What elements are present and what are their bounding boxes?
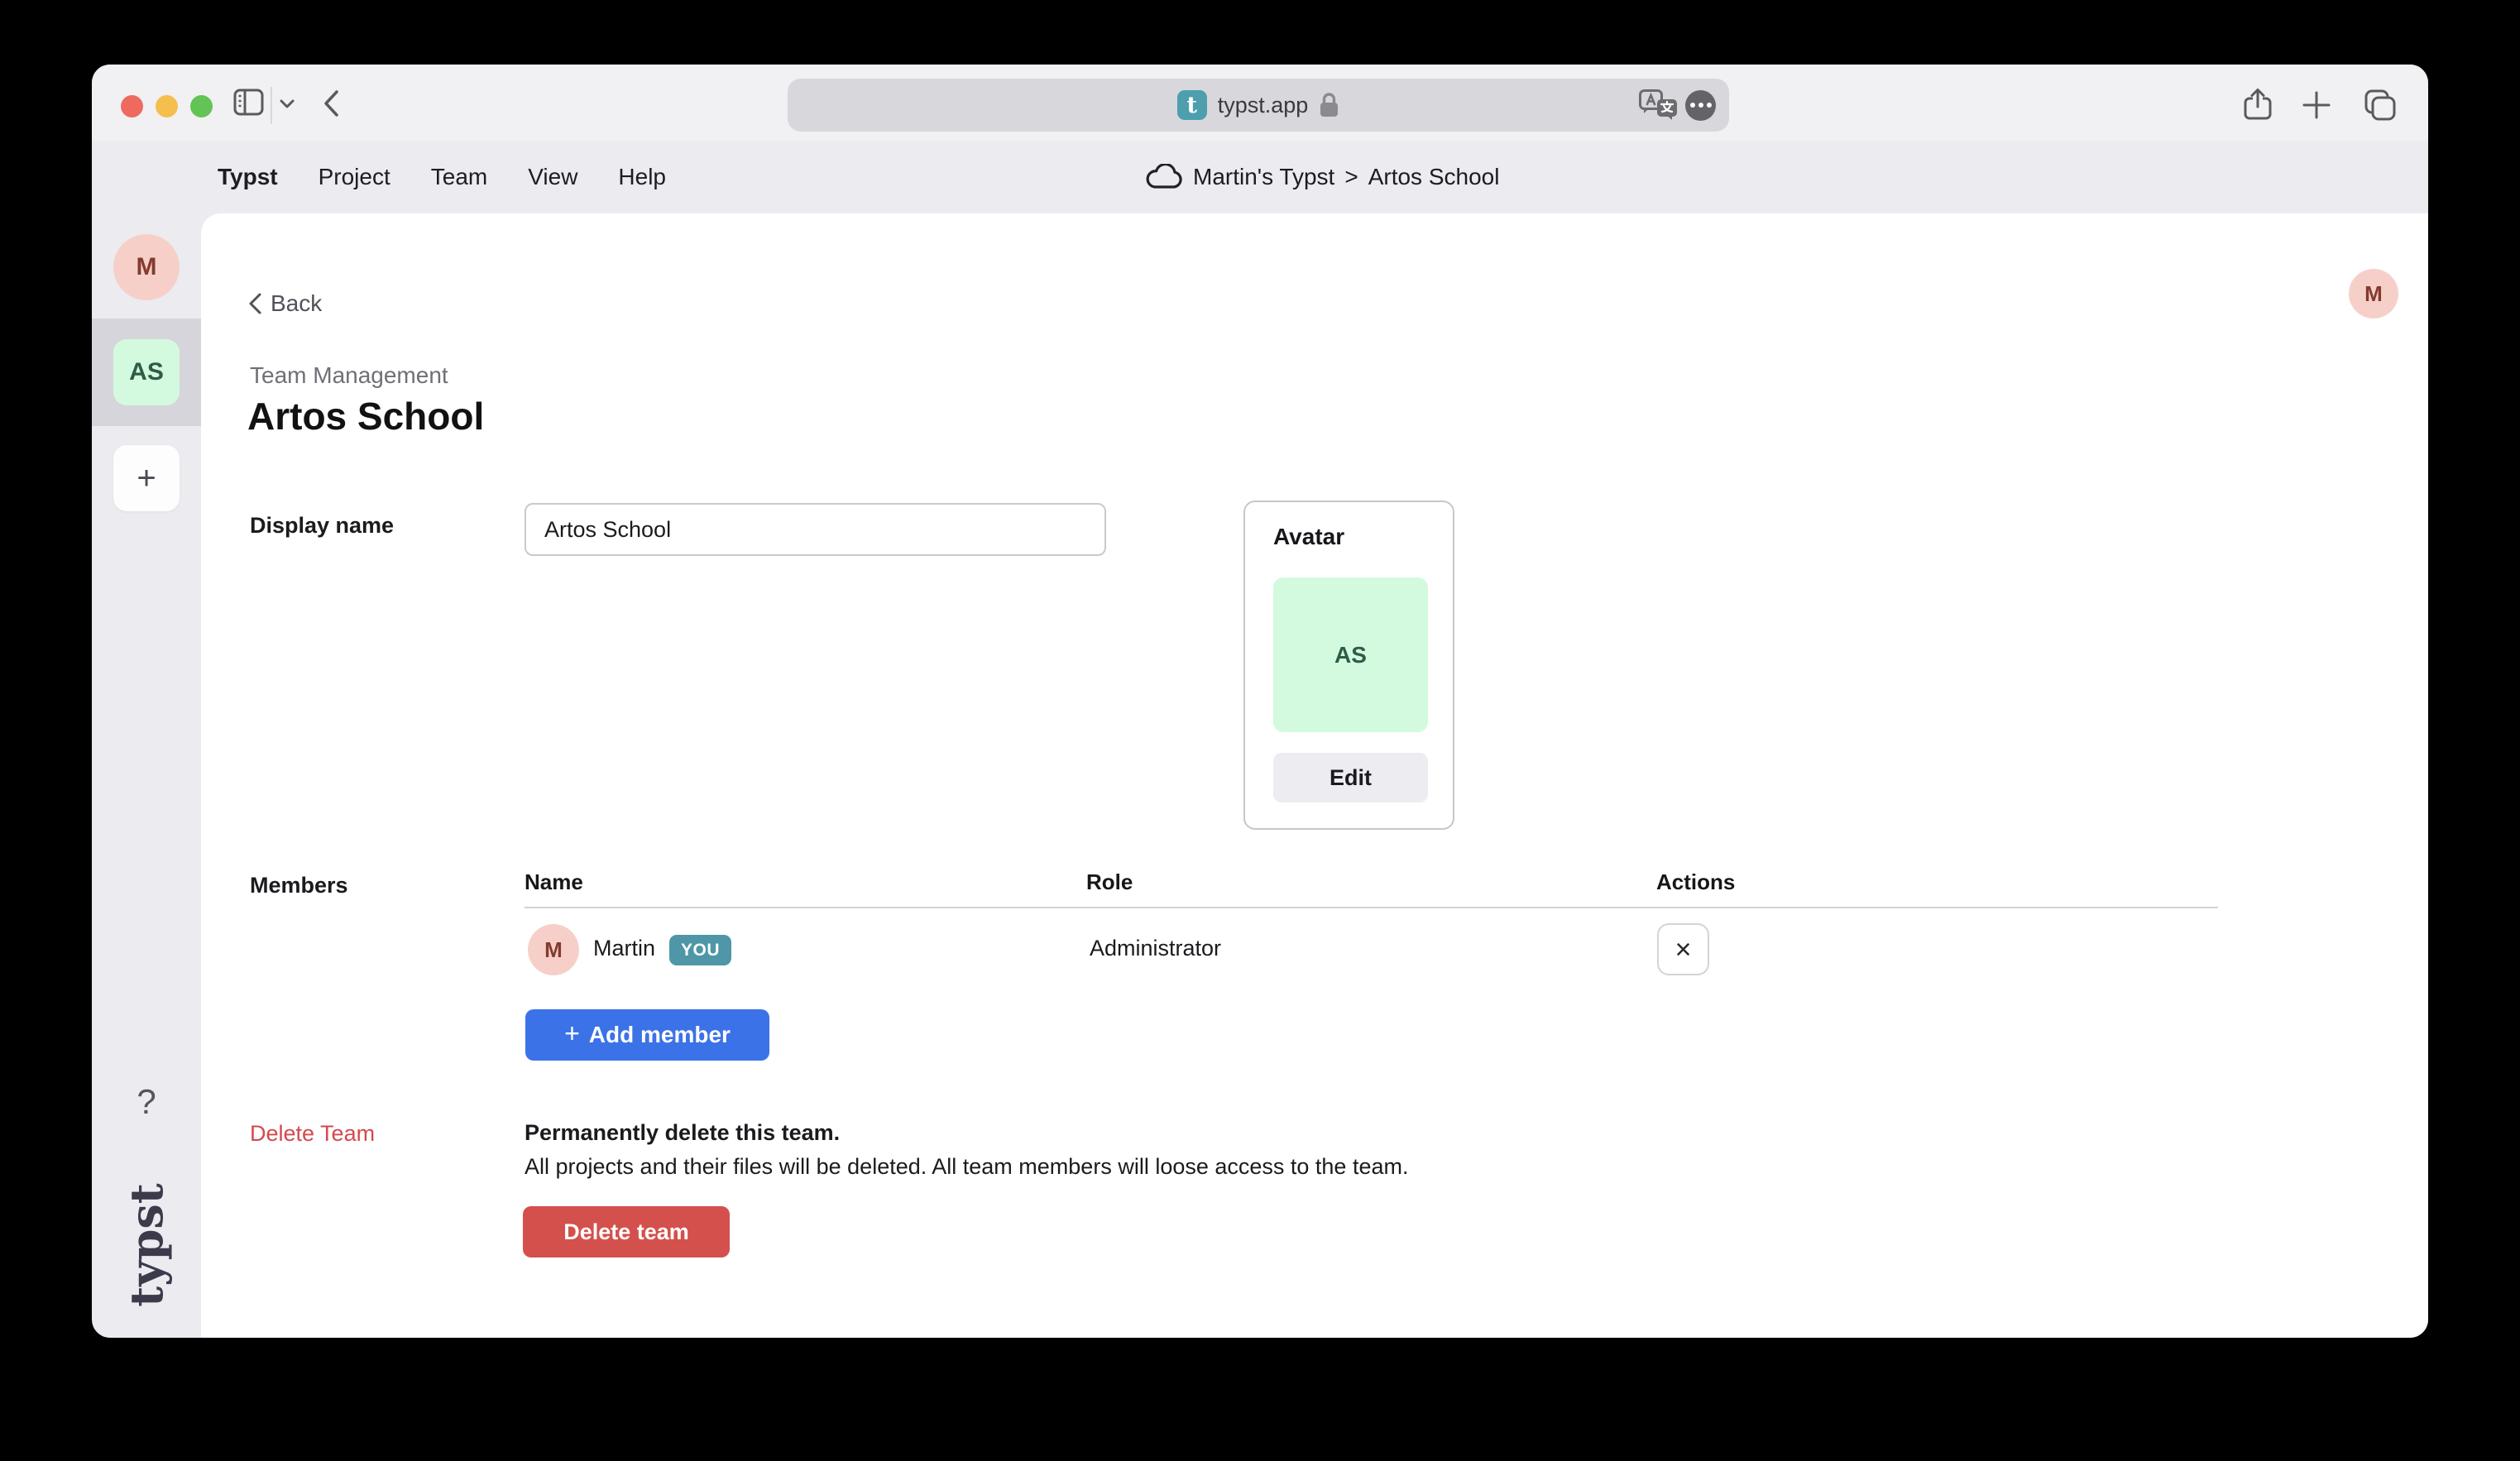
member-role: Administrator xyxy=(1090,936,1221,961)
breadcrumb: Martin's Typst > Artos School xyxy=(1144,141,1499,213)
toolbar-divider xyxy=(271,87,272,124)
delete-heading: Permanently delete this team. xyxy=(525,1120,840,1146)
cloud-icon xyxy=(1144,164,1183,190)
browser-toolbar: t typst.app xyxy=(92,65,2428,141)
menu-project[interactable]: Project xyxy=(319,164,390,190)
translate-icon[interactable] xyxy=(1639,89,1679,121)
typst-logo: typst xyxy=(120,1183,173,1306)
browser-window: t typst.app xyxy=(92,65,2428,1338)
delete-description: All projects and their files will be del… xyxy=(525,1154,1408,1180)
column-header-name: Name xyxy=(525,869,583,895)
members-label: Members xyxy=(250,873,348,898)
close-window-button[interactable] xyxy=(121,95,143,117)
edit-avatar-button[interactable]: Edit xyxy=(1273,753,1428,802)
team-management-panel: Back M Team Management Artos School Disp… xyxy=(201,213,2428,1338)
zoom-window-button[interactable] xyxy=(190,95,213,117)
avatar-card: Avatar AS Edit xyxy=(1243,501,1454,830)
avatar-card-title: Avatar xyxy=(1273,524,1344,550)
new-tab-icon[interactable] xyxy=(2302,91,2331,119)
member-name: Martin xyxy=(593,936,655,961)
menu-typst[interactable]: Typst xyxy=(218,164,278,190)
address-bar[interactable]: t typst.app xyxy=(788,79,1729,132)
breadcrumb-workspace[interactable]: Martin's Typst xyxy=(1193,164,1334,190)
column-header-actions: Actions xyxy=(1656,869,1735,895)
you-badge: YOU xyxy=(669,935,731,965)
delete-team-label: Delete Team xyxy=(250,1121,375,1147)
add-member-label: Add member xyxy=(589,1022,731,1048)
browser-back-icon[interactable] xyxy=(322,89,340,117)
tab-overview-icon[interactable] xyxy=(2364,89,2397,122)
workspace-rail: M AS + ? typst xyxy=(92,213,201,1338)
breadcrumb-current[interactable]: Artos School xyxy=(1368,164,1500,190)
account-avatar[interactable]: M xyxy=(2349,269,2398,319)
sidebar-toggle-icon[interactable] xyxy=(233,89,264,116)
section-label: Team Management xyxy=(250,362,448,389)
display-name-input[interactable] xyxy=(525,503,1106,556)
table-header-divider xyxy=(525,907,2218,908)
member-avatar: M xyxy=(528,924,579,975)
display-name-label: Display name xyxy=(250,513,394,539)
lock-icon xyxy=(1319,92,1339,118)
delete-team-button[interactable]: Delete team xyxy=(523,1206,730,1257)
menu-team[interactable]: Team xyxy=(431,164,487,190)
menu-view[interactable]: View xyxy=(528,164,577,190)
site-favicon: t xyxy=(1177,90,1207,120)
remove-member-button[interactable]: × xyxy=(1657,923,1709,975)
traffic-lights xyxy=(121,95,213,117)
minimize-window-button[interactable] xyxy=(156,95,178,117)
chevron-down-icon[interactable] xyxy=(280,99,295,108)
share-icon[interactable] xyxy=(2243,88,2273,121)
help-icon[interactable]: ? xyxy=(92,1082,201,1122)
back-label: Back xyxy=(271,290,322,317)
page-title: Artos School xyxy=(247,394,484,438)
back-button[interactable]: Back xyxy=(247,286,322,321)
plus-icon: + xyxy=(564,1018,580,1049)
rail-add-team-button[interactable]: + xyxy=(113,445,180,511)
breadcrumb-separator: > xyxy=(1344,164,1358,190)
team-avatar-preview: AS xyxy=(1273,577,1428,732)
add-member-button[interactable]: + Add member xyxy=(525,1009,769,1061)
rail-user-avatar[interactable]: M xyxy=(113,234,180,300)
app-menubar: Typst Project Team View Help Martin's Ty… xyxy=(92,141,2428,213)
url-text: typst.app xyxy=(1218,93,1309,118)
rail-team-avatar-selected[interactable]: AS xyxy=(113,339,180,405)
column-header-role: Role xyxy=(1086,869,1133,895)
menu-help[interactable]: Help xyxy=(618,164,666,190)
page-menu-icon[interactable] xyxy=(1685,90,1716,121)
